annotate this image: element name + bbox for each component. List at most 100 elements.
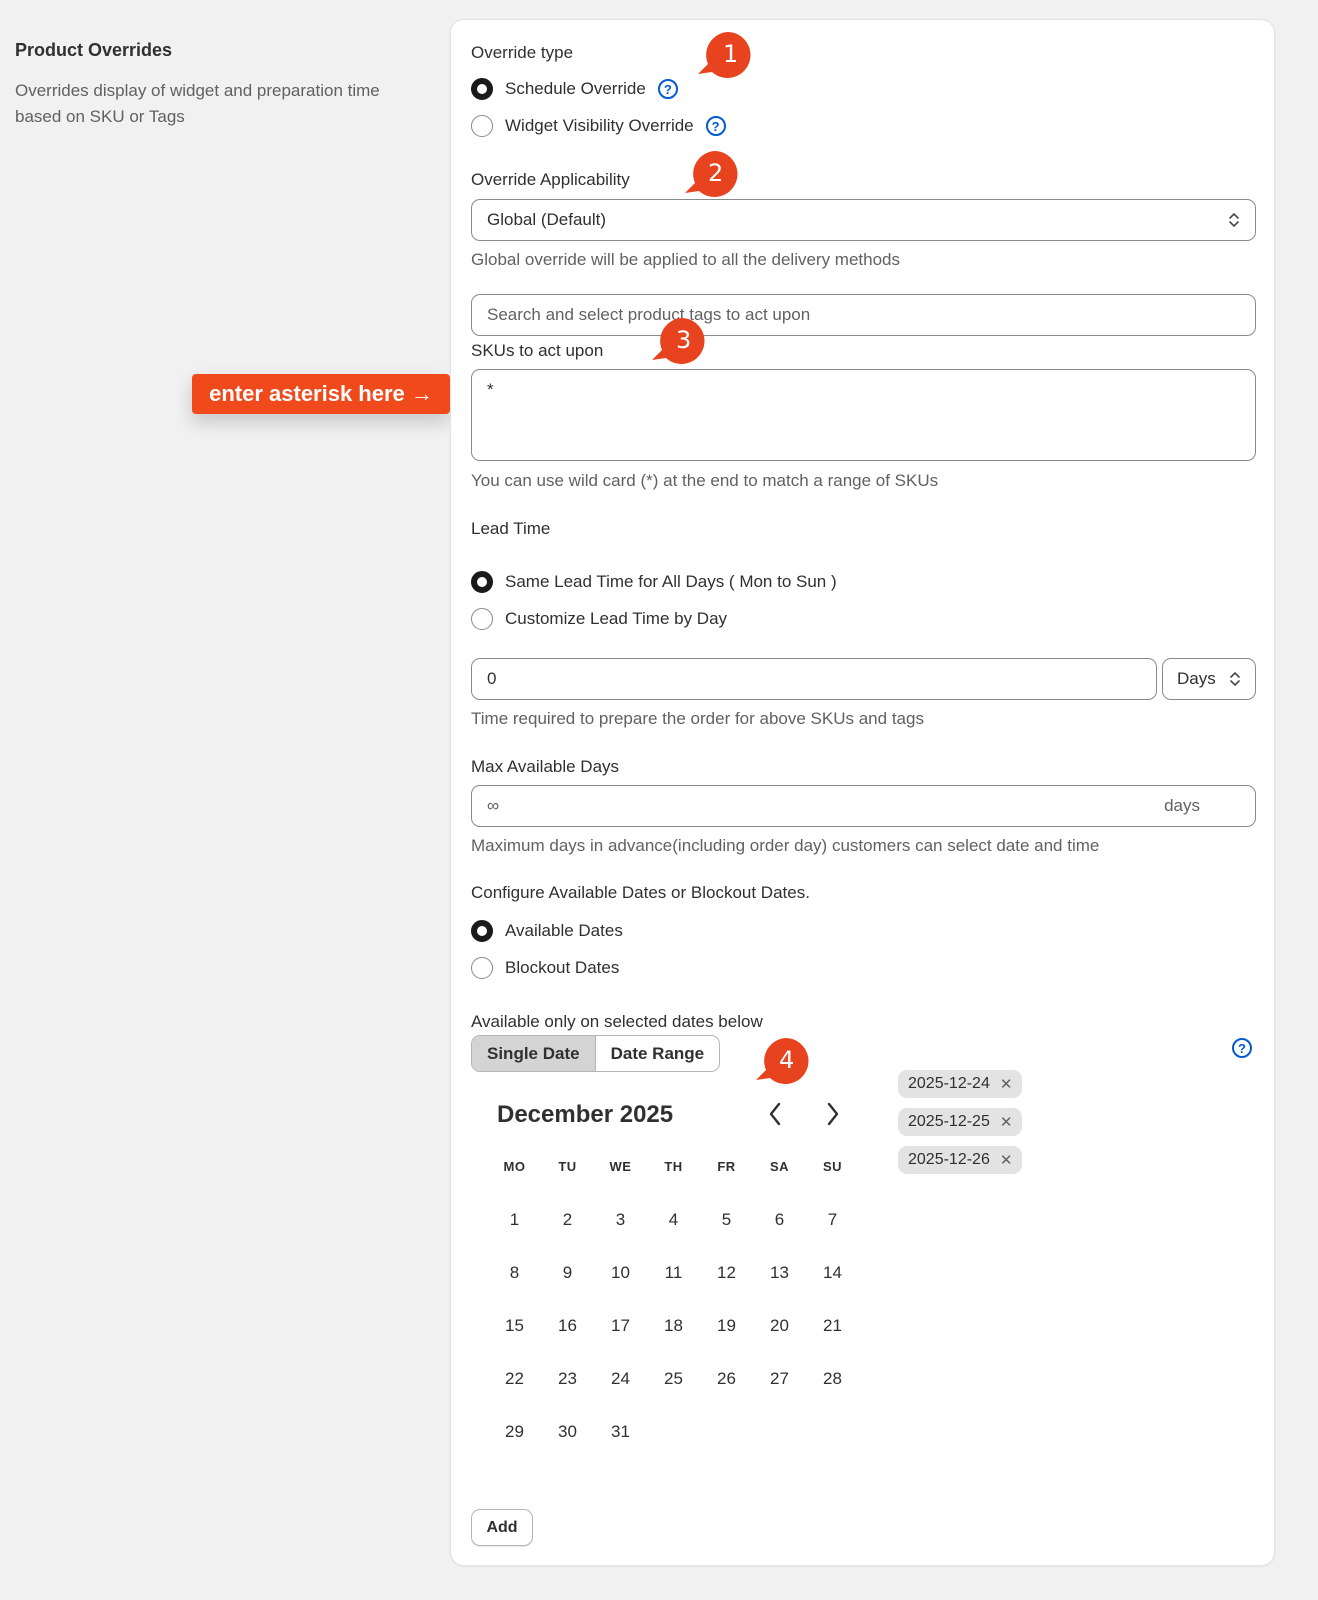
date-mode-toggle: Single Date Date Range [471, 1035, 721, 1072]
calendar-day[interactable]: 5 [700, 1193, 753, 1246]
applicability-value: Global (Default) [487, 210, 607, 229]
tab-single-date[interactable]: Single Date [472, 1036, 596, 1071]
remove-tag-icon[interactable]: ✕ [1000, 1151, 1013, 1169]
tag-label: 2025-12-24 [908, 1075, 990, 1092]
calendar-weekday-header: MO TU WE TH FR SA SU [488, 1154, 859, 1180]
radio-indicator[interactable] [471, 115, 493, 137]
remove-tag-icon[interactable]: ✕ [1000, 1113, 1013, 1131]
lead-time-value: 0 [487, 669, 497, 688]
add-button[interactable]: Add [471, 1509, 533, 1546]
next-month-icon[interactable] [826, 1102, 840, 1131]
section-title: Product Overrides [15, 40, 173, 60]
calendar-day[interactable]: 1 [488, 1193, 541, 1246]
calendar-day[interactable]: 31 [594, 1405, 647, 1458]
calendar-day[interactable]: 20 [753, 1299, 806, 1352]
radio-label: Customize Lead Time by Day [505, 609, 728, 628]
applicability-select[interactable]: Global (Default) [471, 199, 1256, 241]
radio-available-dates[interactable]: Available Dates [471, 920, 623, 942]
lead-time-unit: Days [1177, 669, 1216, 688]
radio-label: Available Dates [505, 921, 623, 940]
calendar-day[interactable]: 10 [594, 1246, 647, 1299]
weekday-label: TH [664, 1159, 683, 1174]
radio-widget-visibility-override[interactable]: Widget Visibility Override ? [471, 115, 726, 137]
calendar-day[interactable]: 6 [753, 1193, 806, 1246]
calendar-day[interactable]: 27 [753, 1352, 806, 1405]
weekday-label: TU [558, 1159, 577, 1174]
help-icon[interactable]: ? [705, 116, 726, 136]
selected-date-tag: 2025-12-25 ✕ [898, 1108, 1023, 1136]
radio-label: Same Lead Time for All Days ( Mon to Sun… [505, 572, 837, 591]
annotation-marker-3: 3 [646, 316, 708, 371]
max-days-input[interactable]: ∞ days [471, 785, 1256, 827]
calendar-day[interactable]: 19 [700, 1299, 753, 1352]
calendar-day[interactable]: 26 [700, 1352, 753, 1405]
max-days-value: ∞ [487, 796, 500, 815]
calendar-day[interactable]: 11 [647, 1246, 700, 1299]
radio-customize-lead-time[interactable]: Customize Lead Time by Day [471, 608, 727, 630]
remove-tag-icon[interactable]: ✕ [1000, 1075, 1013, 1093]
calendar-day[interactable]: 16 [541, 1299, 594, 1352]
max-days-label: Max Available Days [471, 757, 620, 776]
skus-textarea[interactable]: * [471, 369, 1256, 461]
dates-config-label: Configure Available Dates or Blockout Da… [471, 883, 810, 902]
radio-indicator-checked[interactable] [471, 571, 493, 593]
calendar-day[interactable]: 8 [488, 1246, 541, 1299]
radio-indicator[interactable] [471, 608, 493, 630]
radio-indicator[interactable] [471, 957, 493, 979]
skus-help: You can use wild card (*) at the end to … [471, 471, 939, 490]
max-days-suffix: days [1164, 796, 1200, 815]
weekday-label: FR [717, 1159, 736, 1174]
tab-date-range[interactable]: Date Range [596, 1036, 720, 1071]
tags-search-input[interactable]: Search and select product tags to act up… [471, 294, 1256, 336]
tag-label: 2025-12-25 [908, 1113, 990, 1130]
select-chevron-icon [1228, 211, 1240, 229]
radio-label: Widget Visibility Override [505, 116, 694, 135]
calendar-day[interactable]: 18 [647, 1299, 700, 1352]
calendar-day[interactable]: 21 [806, 1299, 859, 1352]
selected-date-tag: 2025-12-26 ✕ [898, 1146, 1023, 1174]
calendar-day[interactable]: 30 [541, 1405, 594, 1458]
weekday-label: SA [769, 1159, 790, 1174]
annotation-marker-4: 4 [750, 1036, 812, 1091]
annotation-banner: enter asterisk here → [192, 374, 450, 414]
calendar-day[interactable]: 7 [806, 1193, 859, 1246]
lead-time-label: Lead Time [471, 519, 551, 538]
radio-schedule-override[interactable]: Schedule Override ? [471, 78, 678, 100]
help-icon[interactable]: ? [657, 79, 678, 99]
radio-indicator-checked[interactable] [471, 920, 493, 942]
calendar-day[interactable]: 4 [647, 1193, 700, 1246]
calendar-day[interactable]: 15 [488, 1299, 541, 1352]
applicability-help: Global override will be applied to all t… [471, 250, 901, 269]
calendar-day[interactable]: 25 [647, 1352, 700, 1405]
max-days-help: Maximum days in advance(including order … [471, 836, 1100, 855]
selected-date-tag: 2025-12-24 ✕ [898, 1070, 1023, 1098]
weekday-label: WE [609, 1159, 632, 1174]
calendar-day[interactable]: 28 [806, 1352, 859, 1405]
calendar-day[interactable]: 29 [488, 1405, 541, 1458]
override-type-label: Override type [471, 43, 574, 62]
calendar-day[interactable]: 2 [541, 1193, 594, 1246]
calendar-day[interactable]: 23 [541, 1352, 594, 1405]
calendar-day[interactable]: 12 [700, 1246, 753, 1299]
radio-indicator-checked[interactable] [471, 78, 493, 100]
lead-time-unit-select[interactable]: Days [1162, 658, 1256, 700]
calendar-day[interactable]: 13 [753, 1246, 806, 1299]
section-description: Overrides display of widget and preparat… [15, 81, 380, 126]
calendar-day[interactable]: 17 [594, 1299, 647, 1352]
calendar-days-grid: 1 2 3 4 5 6 7 8 9 10 11 12 13 14 15 16 1… [488, 1193, 859, 1458]
skus-label: SKUs to act upon [471, 341, 604, 360]
radio-same-lead-time[interactable]: Same Lead Time for All Days ( Mon to Sun… [471, 571, 837, 593]
help-icon[interactable]: ? [1232, 1038, 1252, 1058]
calendar-day[interactable]: 9 [541, 1246, 594, 1299]
calendar-day[interactable]: 3 [594, 1193, 647, 1246]
dates-sub-label: Available only on selected dates below [471, 1012, 763, 1031]
calendar-day[interactable]: 14 [806, 1246, 859, 1299]
lead-time-help: Time required to prepare the order for a… [471, 709, 924, 728]
weekday-label: SU [822, 1159, 843, 1174]
radio-blockout-dates[interactable]: Blockout Dates [471, 957, 619, 979]
tag-label: 2025-12-26 [908, 1151, 990, 1168]
calendar-day[interactable]: 24 [594, 1352, 647, 1405]
lead-time-input[interactable]: 0 [471, 658, 1157, 700]
calendar-day[interactable]: 22 [488, 1352, 541, 1405]
previous-month-icon[interactable] [768, 1102, 782, 1131]
